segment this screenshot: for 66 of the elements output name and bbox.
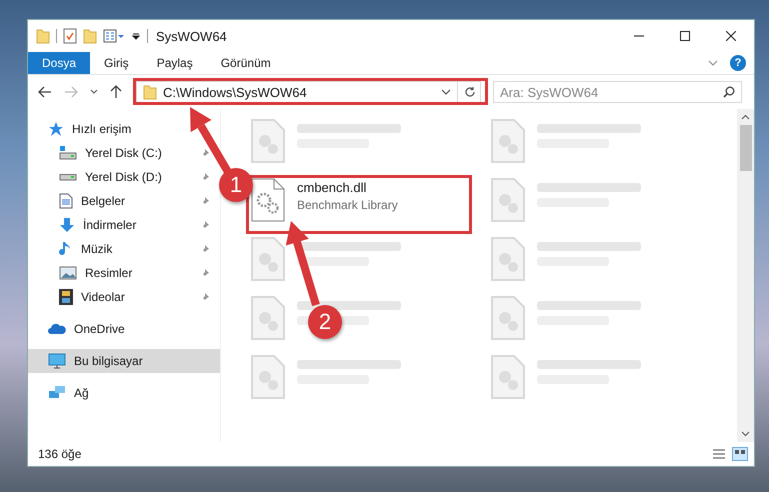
sidebar-label: Bu bilgisayar xyxy=(74,354,143,368)
properties-icon[interactable] xyxy=(103,29,125,43)
sidebar-item[interactable]: Belgeler xyxy=(28,189,220,213)
file-type: Benchmark Library xyxy=(297,198,398,212)
sidebar-label: Resimler xyxy=(85,266,134,280)
refresh-icon[interactable] xyxy=(464,86,476,98)
item-count: 136 öğe xyxy=(38,447,82,461)
sidebar-item[interactable]: Yerel Disk (C:) xyxy=(28,141,220,165)
sidebar-label: Videolar xyxy=(81,290,126,304)
picture-icon xyxy=(59,266,77,280)
maximize-icon[interactable] xyxy=(680,31,690,41)
search-icon[interactable] xyxy=(723,86,735,98)
sidebar-label: Yerel Disk (D:) xyxy=(85,170,163,184)
arrow xyxy=(190,107,232,174)
sidebar-label: Hızlı erişim xyxy=(72,122,132,136)
back-arrow-icon[interactable] xyxy=(38,86,52,98)
star-icon xyxy=(48,121,64,137)
monitor-icon xyxy=(48,353,66,369)
sidebar-label: Müzik xyxy=(81,242,114,256)
network-icon xyxy=(48,385,66,401)
sidebar-item[interactable]: Müzik xyxy=(28,237,220,261)
customize-caret-icon[interactable] xyxy=(131,31,141,41)
sidebar-item[interactable]: Bu bilgisayar xyxy=(28,349,220,373)
film-strip-icon xyxy=(59,289,73,305)
dll-file-icon xyxy=(251,178,285,222)
recent-caret-icon[interactable] xyxy=(90,89,98,95)
drive-icon xyxy=(59,146,77,160)
address-bar[interactable]: C:\Windows\SysWOW64 xyxy=(136,81,481,103)
ribbon-tab[interactable]: Görünüm xyxy=(206,52,285,74)
music-note-icon xyxy=(59,241,73,257)
drive-icon xyxy=(59,174,77,180)
sidebar-label: Yerel Disk (C:) xyxy=(85,146,163,160)
file-name: cmbench.dll xyxy=(297,180,368,195)
sidebar-item[interactable]: Hızlı erişim xyxy=(28,117,220,141)
window-title: SysWOW64 xyxy=(156,28,228,44)
checklist-icon[interactable] xyxy=(63,28,77,44)
ribbon-tab[interactable]: Giriş xyxy=(90,52,143,74)
sidebar-label: Ağ xyxy=(74,386,89,400)
sidebar-item[interactable]: Ağ xyxy=(28,381,220,405)
expand-ribbon-icon[interactable] xyxy=(708,60,718,66)
ribbon-tab[interactable]: Dosya xyxy=(28,52,90,74)
up-arrow-icon[interactable] xyxy=(110,85,122,99)
file-item[interactable]: cmbench.dll Benchmark Library xyxy=(251,178,398,222)
sidebar-label: Belgeler xyxy=(81,194,126,208)
sidebar-item[interactable]: İndirmeler xyxy=(28,213,220,237)
sidebar-item[interactable]: OneDrive xyxy=(28,317,220,341)
down-arrow-icon xyxy=(59,217,75,233)
sidebar-item[interactable]: Videolar xyxy=(28,285,220,309)
large-icons-view-icon[interactable] xyxy=(732,447,748,461)
folder-icon xyxy=(143,84,157,100)
sidebar-label: OneDrive xyxy=(74,322,125,336)
close-icon[interactable] xyxy=(726,31,736,41)
scrollbar-thumb[interactable] xyxy=(740,125,752,171)
minimize-icon[interactable] xyxy=(634,35,644,37)
help-button[interactable]: ? xyxy=(730,55,746,71)
address-path: C:\Windows\SysWOW64 xyxy=(163,84,308,100)
search-field[interactable]: Ara: SysWOW64 xyxy=(493,81,742,103)
details-view-icon[interactable] xyxy=(712,448,726,460)
dropdown-caret-icon[interactable] xyxy=(441,89,451,95)
scrollbar[interactable] xyxy=(737,109,754,442)
sidebar-label: İndirmeler xyxy=(83,218,138,232)
ribbon-tab[interactable]: Paylaş xyxy=(142,52,207,74)
cloud-icon xyxy=(48,323,66,335)
document-icon xyxy=(59,193,73,209)
sidebar-item[interactable]: Resimler xyxy=(28,261,220,285)
sidebar-item[interactable]: Yerel Disk (D:) xyxy=(28,165,220,189)
